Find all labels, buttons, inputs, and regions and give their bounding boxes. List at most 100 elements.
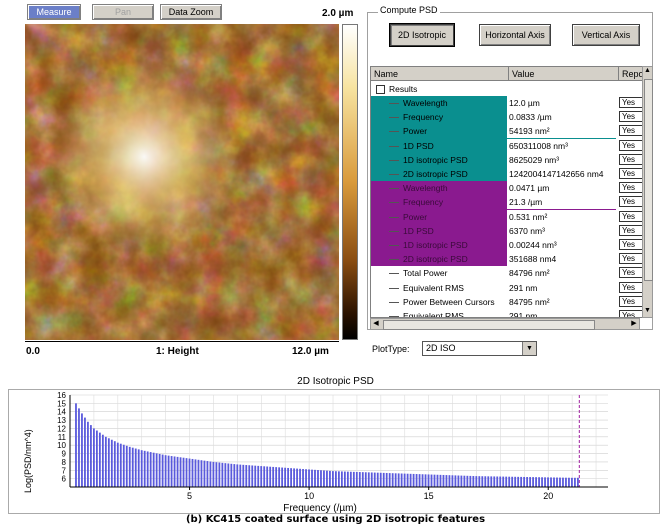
- row-report-field[interactable]: Yes: [619, 239, 643, 250]
- measure-button[interactable]: Measure: [27, 4, 81, 20]
- psd-bar: [305, 469, 307, 487]
- table-row[interactable]: 1D isotropic PSD 0.00244 nm³ Yes: [371, 238, 643, 253]
- row-report-field[interactable]: Yes: [619, 295, 643, 307]
- tree-connector: [389, 131, 399, 133]
- psd-bar: [406, 473, 409, 487]
- row-report-field[interactable]: Yes: [619, 111, 643, 123]
- psd-bar: [116, 442, 119, 487]
- results-table[interactable]: Name Value Repo Results Wavelength 12.0 µ…: [370, 66, 653, 318]
- row-report-field[interactable]: Yes: [619, 182, 643, 194]
- column-header-value[interactable]: Value: [509, 67, 619, 81]
- plot-type-select[interactable]: 2D ISO ▼: [422, 341, 537, 356]
- psd-bar: [248, 465, 251, 487]
- afm-height-image[interactable]: [25, 24, 339, 340]
- row-name: Frequency: [403, 197, 444, 208]
- row-report-field[interactable]: Yes: [619, 210, 643, 222]
- psd-bar: [167, 455, 170, 487]
- psd-bar: [302, 469, 304, 487]
- psd-bar: [314, 469, 316, 487]
- vertical-scrollbar[interactable]: ▲ ▼: [642, 66, 653, 318]
- psd-bar: [90, 425, 92, 487]
- row-report-field[interactable]: Yes: [619, 125, 643, 137]
- horizontal-scrollbar[interactable]: ◀ ▶: [370, 318, 640, 330]
- psd-bar: [409, 473, 412, 487]
- row-report-field[interactable]: Yes: [619, 139, 643, 151]
- scroll-left-icon[interactable]: ◀: [371, 319, 381, 329]
- row-report-field[interactable]: Yes: [619, 196, 643, 208]
- psd-bar: [367, 472, 370, 487]
- row-report-field[interactable]: Yes: [619, 153, 643, 165]
- results-root-label: Results: [389, 84, 418, 94]
- table-row[interactable]: Total Power 84796 nm² Yes: [371, 266, 652, 280]
- psd-bar: [379, 472, 382, 487]
- scroll-up-icon[interactable]: ▲: [643, 67, 652, 77]
- tree-connector: [389, 117, 399, 119]
- y-tick-label: 7: [62, 466, 67, 475]
- tree-connector: [389, 230, 399, 232]
- tree-connector: [389, 245, 399, 246]
- horizontal-scroll-thumb[interactable]: [383, 320, 595, 330]
- row-report-field[interactable]: Yes: [619, 97, 643, 108]
- psd-bar: [349, 471, 352, 487]
- psd-bar: [484, 476, 487, 487]
- psd-bar: [490, 476, 493, 487]
- psd-bar: [403, 473, 406, 487]
- psd-bar: [382, 472, 385, 487]
- psd-bar: [308, 469, 310, 487]
- table-row[interactable]: Frequency 21.3 /µm Yes: [371, 195, 643, 210]
- scroll-right-icon[interactable]: ▶: [629, 319, 639, 329]
- table-row[interactable]: Power 54193 nm² Yes: [371, 124, 643, 139]
- table-row[interactable]: Wavelength 0.0471 µm Yes: [371, 181, 643, 196]
- psd-bar: [239, 464, 242, 487]
- chevron-down-icon[interactable]: ▼: [522, 342, 536, 355]
- horizontal-axis-button[interactable]: Horizontal Axis: [479, 24, 551, 46]
- psd-bar: [523, 476, 526, 487]
- psd-chart[interactable]: 6789101112131415165 10 15 20 Log(PSD/nm^4) …: [8, 389, 660, 514]
- psd-bar: [203, 460, 206, 487]
- table-row[interactable]: Wavelength 12.0 µm Yes: [371, 96, 643, 111]
- collapse-box-icon[interactable]: [376, 85, 385, 94]
- results-root-row[interactable]: Results: [371, 82, 652, 96]
- vertical-scroll-thumb[interactable]: [644, 79, 653, 281]
- table-row[interactable]: 2D isotropic PSD 351688 nm4 Yes: [371, 252, 643, 267]
- y-tick-label: 14: [57, 408, 66, 417]
- psd-bar: [424, 474, 427, 487]
- row-report-field[interactable]: Yes: [619, 224, 643, 236]
- row-report-field[interactable]: Yes: [619, 253, 643, 265]
- psd-bar: [412, 473, 415, 487]
- scroll-down-icon[interactable]: ▼: [643, 307, 652, 317]
- vertical-axis-button[interactable]: Vertical Axis: [572, 24, 640, 46]
- psd-bar: [329, 470, 331, 487]
- psd-bar: [361, 472, 364, 487]
- column-header-name[interactable]: Name: [371, 67, 509, 81]
- y-tick-label: 12: [57, 424, 66, 433]
- table-row[interactable]: 1D PSD 650311008 nm³ Yes: [371, 138, 643, 153]
- psd-bar: [487, 476, 490, 487]
- psd-bar: [110, 439, 113, 487]
- psd-bar: [496, 476, 499, 487]
- row-name: Equivalent RMS: [403, 311, 464, 318]
- 2d-isotropic-button[interactable]: 2D Isotropic: [390, 24, 454, 46]
- tree-connector: [389, 301, 399, 303]
- table-row[interactable]: Power 0.531 nm² Yes: [371, 209, 643, 224]
- psd-bar: [439, 474, 442, 487]
- table-row[interactable]: Equivalent RMS 291 nm Yes: [371, 281, 652, 295]
- psd-x-axis-label: Frequency (/µm): [283, 503, 357, 514]
- table-row[interactable]: Power Between Cursors 84795 nm² Yes: [371, 295, 652, 309]
- table-row[interactable]: 1D PSD 6370 nm³ Yes: [371, 223, 643, 238]
- row-report-field[interactable]: Yes: [619, 281, 643, 293]
- psd-bar: [391, 473, 394, 487]
- table-row[interactable]: Frequency 0.0833 /µm Yes: [371, 110, 643, 125]
- pan-button[interactable]: Pan: [92, 4, 154, 20]
- psd-bar: [538, 477, 540, 487]
- row-report-field[interactable]: Yes: [619, 267, 643, 279]
- row-report-field[interactable]: Yes: [619, 168, 643, 179]
- table-row[interactable]: 2D isotropic PSD 1242004147142656 nm4 Yes: [371, 167, 643, 182]
- table-row[interactable]: 1D isotropic PSD 8625029 nm³ Yes: [371, 152, 643, 167]
- table-row[interactable]: Equivalent RMS 291 nm Yes: [371, 309, 652, 318]
- psd-bar: [176, 456, 179, 487]
- psd-bar: [343, 471, 346, 487]
- psd-bar: [373, 472, 376, 487]
- data-zoom-button[interactable]: Data Zoom: [160, 4, 222, 20]
- row-report-field[interactable]: Yes: [619, 310, 643, 317]
